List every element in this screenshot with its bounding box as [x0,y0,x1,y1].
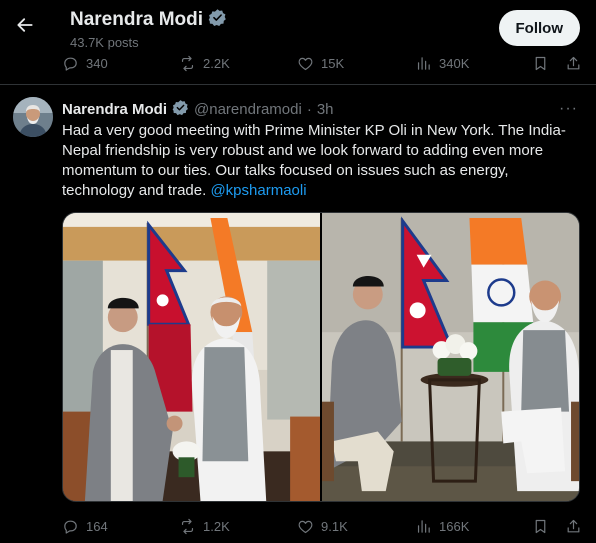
tweet-text: Had a very good meeting with Prime Minis… [62,122,566,199]
reply-icon [64,520,77,534]
repost-icon [181,518,194,534]
author-name[interactable]: Narendra Modi [62,101,167,118]
views-button[interactable]: 340K [415,55,469,72]
media-grid [62,212,580,502]
reply-count: 164 [86,518,108,534]
separator-dot: · [306,101,312,118]
reply-button[interactable]: 164 [62,518,179,535]
bookmark-icon [535,519,546,533]
avatar[interactable] [13,97,53,137]
header-post-count: 43.7K posts [70,35,139,50]
header-title-block: Narendra Modi 43.7K posts [70,8,227,50]
views-icon [417,519,430,533]
like-button[interactable]: 15K [297,55,415,72]
share-button[interactable] [565,55,582,72]
repost-count: 2.2K [203,55,230,71]
profile-header: Narendra Modi 43.7K posts Follow [0,0,596,52]
repost-button[interactable]: 2.2K [179,55,297,72]
bookmark-button[interactable] [532,55,549,72]
views-button[interactable]: 166K [415,518,469,535]
reply-icon [64,57,77,71]
bookmark-icon [535,56,546,70]
post-divider [0,84,596,85]
reply-button[interactable]: 340 [62,55,179,72]
back-arrow-icon[interactable] [12,12,38,38]
header-name: Narendra Modi [70,9,204,30]
tweet-body: Had a very good meeting with Prime Minis… [62,121,582,201]
photo-handshake[interactable] [63,213,320,501]
mention-link[interactable]: @kpsharmaoli [210,182,306,199]
views-icon [417,56,430,70]
verified-badge-icon [208,8,227,32]
repost-icon [181,55,194,71]
tweet-header: Narendra Modi @narendramodi · 3h [62,99,334,120]
like-icon [298,57,313,70]
verified-badge-icon [172,99,189,120]
like-count: 9.1K [321,518,348,534]
author-handle[interactable]: @narendramodi [194,101,302,118]
like-count: 15K [321,55,345,71]
follow-button[interactable]: Follow [498,10,580,46]
views-count: 166K [439,518,470,534]
share-icon [567,56,580,69]
bookmark-button[interactable] [532,518,549,535]
more-icon[interactable]: ··· [559,100,578,118]
share-button[interactable] [565,518,582,535]
like-icon [298,520,313,533]
reply-count: 340 [86,55,108,71]
prev-post-action-bar: 340 2.2K 15K 340K [62,53,582,73]
post-timestamp[interactable]: 3h [317,101,334,118]
tweet-action-bar: 164 1.2K 9.1K 166K [62,516,582,536]
repost-button[interactable]: 1.2K [179,518,297,535]
photo-seated-meeting[interactable] [322,213,579,501]
share-icon [567,519,580,532]
repost-count: 1.2K [203,518,230,534]
views-count: 340K [439,55,470,71]
like-button[interactable]: 9.1K [297,518,415,535]
